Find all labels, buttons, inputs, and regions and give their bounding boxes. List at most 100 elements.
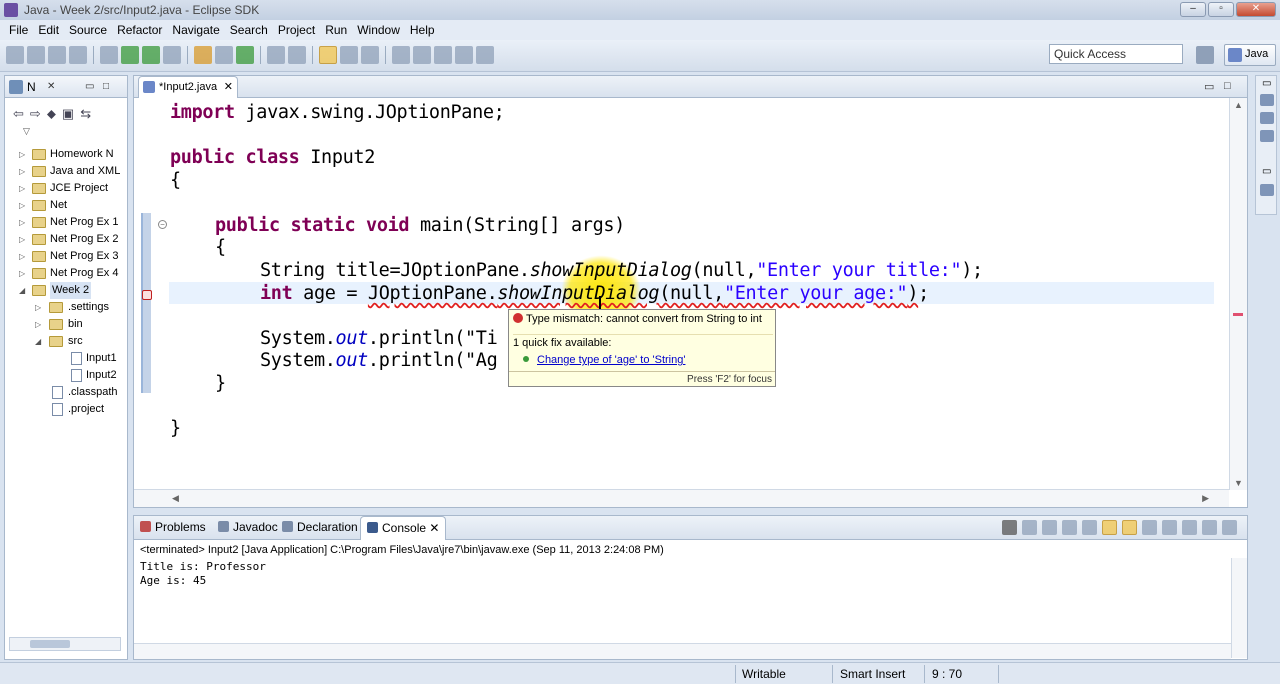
menu-file[interactable]: File — [4, 23, 33, 37]
terminate-icon[interactable] — [1002, 520, 1017, 535]
menu-help[interactable]: Help — [405, 23, 440, 37]
forward-icon[interactable] — [476, 46, 494, 64]
back-arrow-icon[interactable]: ⇦ — [13, 106, 24, 122]
java-perspective-button[interactable]: Java — [1224, 44, 1276, 66]
debug-icon[interactable] — [121, 46, 139, 64]
clear-console-icon[interactable] — [1062, 520, 1077, 535]
scroll-lock-icon[interactable] — [1082, 520, 1097, 535]
menu-refactor[interactable]: Refactor — [112, 23, 167, 37]
forward-arrow-icon[interactable]: ⇨ — [30, 106, 41, 122]
minimize-icon[interactable]: ▭ — [85, 81, 94, 92]
last-edit-icon[interactable] — [434, 46, 452, 64]
tree-item-input1[interactable]: Input1 — [5, 350, 127, 367]
open-perspective-icon[interactable] — [1196, 46, 1214, 64]
show-whitespace-icon[interactable] — [340, 46, 358, 64]
menu-source[interactable]: Source — [64, 23, 112, 37]
close-tab-icon[interactable]: ✕ — [224, 80, 233, 93]
tab-javadoc[interactable]: Javadoc — [218, 520, 278, 534]
save-icon[interactable] — [27, 46, 45, 64]
quick-access-input[interactable]: Quick Access — [1049, 44, 1183, 64]
menu-project[interactable]: Project — [273, 23, 320, 37]
tab-console[interactable]: Console ✕ — [360, 516, 447, 540]
show-console-icon[interactable] — [1122, 520, 1137, 535]
new-package-icon[interactable] — [215, 46, 233, 64]
pin-console-icon[interactable] — [1142, 520, 1157, 535]
navigator-tab[interactable]: N ✕ ▭ □ — [5, 76, 127, 98]
editor-tab-input2[interactable]: *Input2.java ✕ — [138, 76, 238, 98]
close-console-icon[interactable]: ✕ — [429, 521, 439, 535]
menu-window[interactable]: Window — [352, 23, 405, 37]
tree-item-jce[interactable]: ▷ JCE Project — [5, 180, 127, 197]
minimize-editor-icon[interactable]: ▭ — [1204, 80, 1214, 93]
up-icon[interactable]: ⬥ — [47, 106, 56, 122]
tree-item-homework[interactable]: ▷ Homework N — [5, 146, 127, 163]
tree-item-net-prog-1[interactable]: ▷ Net Prog Ex 1 — [5, 214, 127, 231]
outline-view-icon[interactable] — [1260, 184, 1274, 196]
tree-item-settings[interactable]: ▷ .settings — [5, 299, 127, 316]
menu-navigate[interactable]: Navigate — [167, 23, 224, 37]
link-editor-icon[interactable]: ⇆ — [80, 106, 91, 122]
remove-launch-icon[interactable] — [1022, 520, 1037, 535]
back-icon[interactable] — [455, 46, 473, 64]
tree-item-net-prog-2[interactable]: ▷ Net Prog Ex 2 — [5, 231, 127, 248]
restore-icon[interactable]: ▭ — [1262, 78, 1271, 89]
next-annotation-icon[interactable] — [392, 46, 410, 64]
error-icon[interactable] — [142, 290, 152, 300]
maximize-icon[interactable]: □ — [103, 81, 109, 92]
tree-item-bin[interactable]: ▷ bin — [5, 316, 127, 333]
new-icon[interactable] — [6, 46, 24, 64]
block-selection-icon[interactable] — [361, 46, 379, 64]
skip-breakpoints-icon[interactable] — [100, 46, 118, 64]
tab-declaration[interactable]: Declaration — [282, 520, 358, 534]
tree-item-input2[interactable]: Input2 — [5, 367, 127, 384]
remove-all-icon[interactable] — [1042, 520, 1057, 535]
editor-hscrollbar[interactable]: ◀ ▶ — [134, 489, 1229, 507]
hierarchy-icon[interactable] — [1260, 130, 1274, 142]
tree-item-classpath[interactable]: .classpath — [5, 384, 127, 401]
minimize-console-icon[interactable] — [1202, 520, 1217, 535]
close-button[interactable]: ✕ — [1236, 2, 1276, 17]
overview-error-marker[interactable] — [1233, 313, 1243, 316]
task-list-icon[interactable] — [1260, 112, 1274, 124]
minimize-button[interactable]: – — [1180, 2, 1206, 17]
new-class-icon[interactable] — [236, 46, 254, 64]
close-icon[interactable]: ✕ — [47, 81, 55, 92]
open-console-icon[interactable] — [1182, 520, 1197, 535]
maximize-button[interactable]: ▫ — [1208, 2, 1234, 17]
navigator-hscrollbar[interactable] — [9, 637, 121, 651]
collapse-all-icon[interactable]: ▣ — [62, 106, 74, 122]
tree-item-src[interactable]: ◢ src — [5, 333, 127, 350]
outline-icon[interactable] — [1260, 94, 1274, 106]
previous-annotation-icon[interactable] — [413, 46, 431, 64]
menu-edit[interactable]: Edit — [33, 23, 64, 37]
tree-item-project[interactable]: .project — [5, 401, 127, 418]
tree-item-net[interactable]: ▷ Net — [5, 197, 127, 214]
menu-search[interactable]: Search — [225, 23, 273, 37]
editor-vscrollbar[interactable]: ▲ ▼ — [1229, 98, 1247, 490]
search-icon[interactable] — [288, 46, 306, 64]
view-menu-icon[interactable]: ▽ — [23, 126, 30, 137]
fold-icon[interactable]: − — [158, 220, 167, 229]
word-wrap-icon[interactable] — [1102, 520, 1117, 535]
tree-item-net-prog-3[interactable]: ▷ Net Prog Ex 3 — [5, 248, 127, 265]
tab-problems[interactable]: Problems — [140, 520, 206, 534]
external-tools-icon[interactable] — [163, 46, 181, 64]
display-console-icon[interactable] — [1162, 520, 1177, 535]
maximize-editor-icon[interactable]: □ — [1224, 80, 1231, 92]
tree-item-week2[interactable]: ◢ Week 2 — [5, 282, 127, 299]
quick-fix-link[interactable]: Change type of 'age' to 'String' — [523, 354, 685, 366]
save-all-icon[interactable] — [48, 46, 66, 64]
new-java-project-icon[interactable] — [194, 46, 212, 64]
maximize-console-icon[interactable] — [1222, 520, 1237, 535]
tree-item-java-xml[interactable]: ▷ Java and XML — [5, 163, 127, 180]
open-type-icon[interactable] — [267, 46, 285, 64]
tree-item-net-prog-4[interactable]: ▷ Net Prog Ex 4 — [5, 265, 127, 282]
mark-occurrences-icon[interactable] — [319, 46, 337, 64]
console-vscrollbar[interactable] — [1231, 558, 1247, 658]
menu-run[interactable]: Run — [320, 23, 352, 37]
restore-icon-2[interactable]: ▭ — [1262, 166, 1271, 177]
console-hscrollbar[interactable] — [134, 643, 1231, 659]
print-icon[interactable] — [69, 46, 87, 64]
run-icon[interactable] — [142, 46, 160, 64]
code-area[interactable]: − import javax.swing.JOptionPane; public… — [134, 98, 1229, 490]
